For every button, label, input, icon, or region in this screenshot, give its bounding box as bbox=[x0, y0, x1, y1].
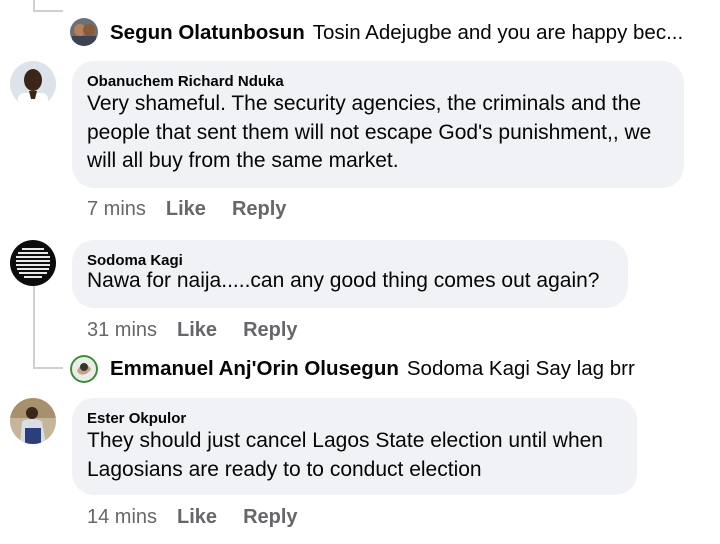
comment-text: They should just cancel Lagos State elec… bbox=[87, 427, 637, 484]
timestamp[interactable]: 7 mins bbox=[87, 198, 146, 221]
comment-bubble[interactable]: Obanuchem Richard Nduka Very shameful. T… bbox=[72, 61, 684, 188]
comment-text: Nawa for naija.....can any good thing co… bbox=[87, 267, 628, 296]
comment-actions: 31 mins Like Reply bbox=[87, 319, 298, 342]
reply-author[interactable]: Emmanuel Anj'Orin Olusegun bbox=[110, 357, 399, 380]
avatar[interactable] bbox=[10, 398, 56, 444]
reply-button[interactable]: Reply bbox=[243, 319, 297, 342]
comment-bubble[interactable]: Sodoma Kagi Nawa for naija.....can any g… bbox=[72, 240, 628, 308]
avatar[interactable] bbox=[10, 61, 56, 107]
reply-segun[interactable]: Segun Olatunbosun Tosin Adejugbe and you … bbox=[110, 21, 683, 45]
timestamp[interactable]: 31 mins bbox=[87, 319, 157, 342]
comment-line: will all buy from the same market. bbox=[87, 149, 399, 172]
avatar[interactable] bbox=[10, 240, 56, 286]
comment-author[interactable]: Ester Okpulor bbox=[87, 410, 637, 428]
thread-line bbox=[33, 10, 63, 12]
thread-line bbox=[33, 278, 35, 368]
reply-emmanuel[interactable]: Emmanuel Anj'Orin Olusegun Sodoma Kagi Sa… bbox=[110, 357, 635, 381]
comment-actions: 7 mins Like Reply bbox=[87, 198, 286, 221]
reply-text: Sodoma Kagi Say lag brr bbox=[406, 357, 635, 380]
reply-author[interactable]: Segun Olatunbosun bbox=[110, 21, 305, 44]
comment-text: Very shameful. The security agencies, th… bbox=[87, 90, 684, 176]
reply-button[interactable]: Reply bbox=[243, 506, 297, 529]
thread-line bbox=[33, 0, 35, 10]
avatar[interactable] bbox=[70, 355, 98, 383]
like-button[interactable]: Like bbox=[166, 198, 206, 221]
comment-line: They should just cancel Lagos State elec… bbox=[87, 429, 603, 452]
reply-text: Tosin Adejugbe and you are happy bec... bbox=[312, 21, 684, 44]
comment-line: Very shameful. The security agencies, th… bbox=[87, 92, 642, 115]
like-button[interactable]: Like bbox=[177, 319, 217, 342]
comment-author[interactable]: Obanuchem Richard Nduka bbox=[87, 73, 684, 91]
like-button[interactable]: Like bbox=[177, 506, 217, 529]
thread-line bbox=[33, 367, 63, 369]
comment-bubble[interactable]: Ester Okpulor They should just cancel La… bbox=[72, 398, 637, 495]
reply-button[interactable]: Reply bbox=[232, 198, 286, 221]
comment-line: Nawa for naija.....can any good thing co… bbox=[87, 269, 600, 292]
comment-actions: 14 mins Like Reply bbox=[87, 506, 298, 529]
comment-line: Lagosians are ready to to conduct electi… bbox=[87, 457, 482, 481]
comment-line: people that sent them will not escape Go… bbox=[87, 120, 652, 144]
avatar[interactable] bbox=[70, 18, 98, 46]
timestamp[interactable]: 14 mins bbox=[87, 506, 157, 529]
